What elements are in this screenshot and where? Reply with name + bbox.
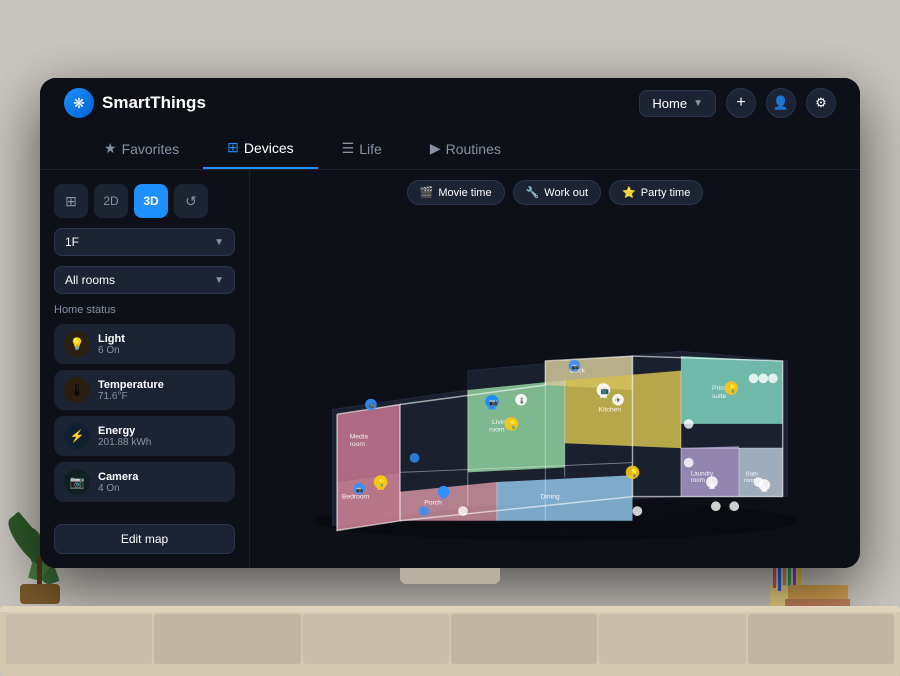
svg-text:📷: 📷 [356,486,363,493]
room-value: All rooms [65,273,115,287]
edit-map-label: Edit map [121,532,168,546]
devices-icon: ⊞ [227,139,239,156]
workout-button[interactable]: 🔧 Work out [513,180,602,205]
tab-routines[interactable]: ▶ Routines [406,128,525,169]
svg-text:💡: 💡 [728,382,738,392]
star-icon: ★ [104,140,117,157]
svg-text:💡: 💡 [378,477,386,486]
life-label: Life [359,141,382,157]
settings-button[interactable]: ⚙ [806,88,836,118]
svg-text:🌡: 🌡 [518,397,525,404]
svg-text:✈: ✈ [615,397,621,404]
floor-dropdown-icon: ▼ [214,237,224,248]
grid-view-button[interactable]: ⊞ [54,184,88,218]
svg-text:💡: 💡 [630,467,640,477]
svg-text:Bath: Bath [746,471,758,477]
tab-life[interactable]: ☰ Life [318,128,406,169]
room-dropdown-icon: ▼ [214,275,224,286]
svg-text:📺: 📺 [601,386,610,394]
home-status-section: Home status 💡 Light 6 On 🌡 [54,304,235,502]
light-value: 6 On [98,345,125,356]
dropdown-icon: ▼ [693,98,703,109]
energy-icon: ⚡ [64,423,90,449]
workout-icon: 🔧 [526,186,540,199]
history-button[interactable]: ↺ [174,184,208,218]
floor-selector[interactable]: 1F ▼ [54,228,235,256]
energy-label: Energy [98,425,151,437]
routines-label: Routines [446,141,501,157]
profile-button[interactable]: 👤 [766,88,796,118]
logo-icon: ❋ [64,88,94,118]
svg-text:Kitchen: Kitchen [599,406,622,413]
status-item-light[interactable]: 💡 Light 6 On [54,324,235,364]
svg-text:room: room [489,426,505,433]
movie-icon: 🎬 [420,186,434,199]
home-selector[interactable]: Home ▼ [639,90,716,117]
home-status-title: Home status [54,304,235,316]
camera-icon: 📷 [64,469,90,495]
home-label: Home [652,96,687,111]
view-controls: ⊞ 2D 3D ↺ [54,184,235,218]
svg-text:📷: 📷 [571,363,578,370]
movie-time-button[interactable]: 🎬 Movie time [407,180,505,205]
temperature-label: Temperature [98,379,164,391]
light-icon: 💡 [64,331,90,357]
sidebar: ⊞ 2D 3D ↺ 1F ▼ All rooms [40,170,250,568]
room-selector[interactable]: All rooms ▼ [54,266,235,294]
party-time-button[interactable]: ⭐ Party time [609,180,703,205]
devices-label: Devices [244,140,294,156]
party-icon: ⭐ [622,186,636,199]
2d-view-button[interactable]: 2D [94,184,128,218]
svg-text:Media: Media [350,433,369,440]
status-item-temperature[interactable]: 🌡 Temperature 71.6°F [54,370,235,410]
camera-value: 4 On [98,483,138,494]
svg-text:Bedroom: Bedroom [342,493,370,500]
party-label: Party time [641,187,691,199]
workout-label: Work out [544,187,588,199]
temperature-icon: 🌡 [64,377,90,403]
svg-text:💡: 💡 [509,418,519,428]
floor-value: 1F [65,235,79,249]
floorplan: Media room Bedroom Porch Living room Dec… [250,211,860,568]
movie-label: Movie time [438,187,491,199]
status-item-energy[interactable]: ⚡ Energy 201.88 kWh [54,416,235,456]
camera-label: Camera [98,471,138,483]
svg-text:room: room [691,477,705,484]
scene-controls: 🎬 Movie time 🔧 Work out ⭐ Party time [407,170,704,211]
life-icon: ☰ [342,140,355,157]
favorites-label: Favorites [122,141,180,157]
svg-text:📷: 📷 [489,399,498,406]
routines-icon: ▶ [430,140,441,157]
edit-map-button[interactable]: Edit map [54,524,235,554]
3d-view-button[interactable]: 3D [134,184,168,218]
svg-text:Porch: Porch [424,499,442,506]
app-title: SmartThings [102,93,206,113]
svg-text:room: room [350,441,366,448]
floorplan-svg: Media room Bedroom Porch Living room Dec… [270,235,840,545]
svg-text:suite: suite [712,392,727,399]
temperature-value: 71.6°F [98,391,164,402]
light-label: Light [98,333,125,345]
svg-text:📹: 📹 [368,402,375,409]
tab-devices[interactable]: ⊞ Devices [203,128,318,169]
status-item-camera[interactable]: 📷 Camera 4 On [54,462,235,502]
energy-value: 201.88 kWh [98,437,151,448]
tab-favorites[interactable]: ★ Favorites [80,128,203,169]
svg-text:Dining: Dining [540,493,559,500]
map-area: 🎬 Movie time 🔧 Work out ⭐ Party time [250,170,860,568]
add-button[interactable]: + [726,88,756,118]
logo-area: ❋ SmartThings [64,88,639,118]
